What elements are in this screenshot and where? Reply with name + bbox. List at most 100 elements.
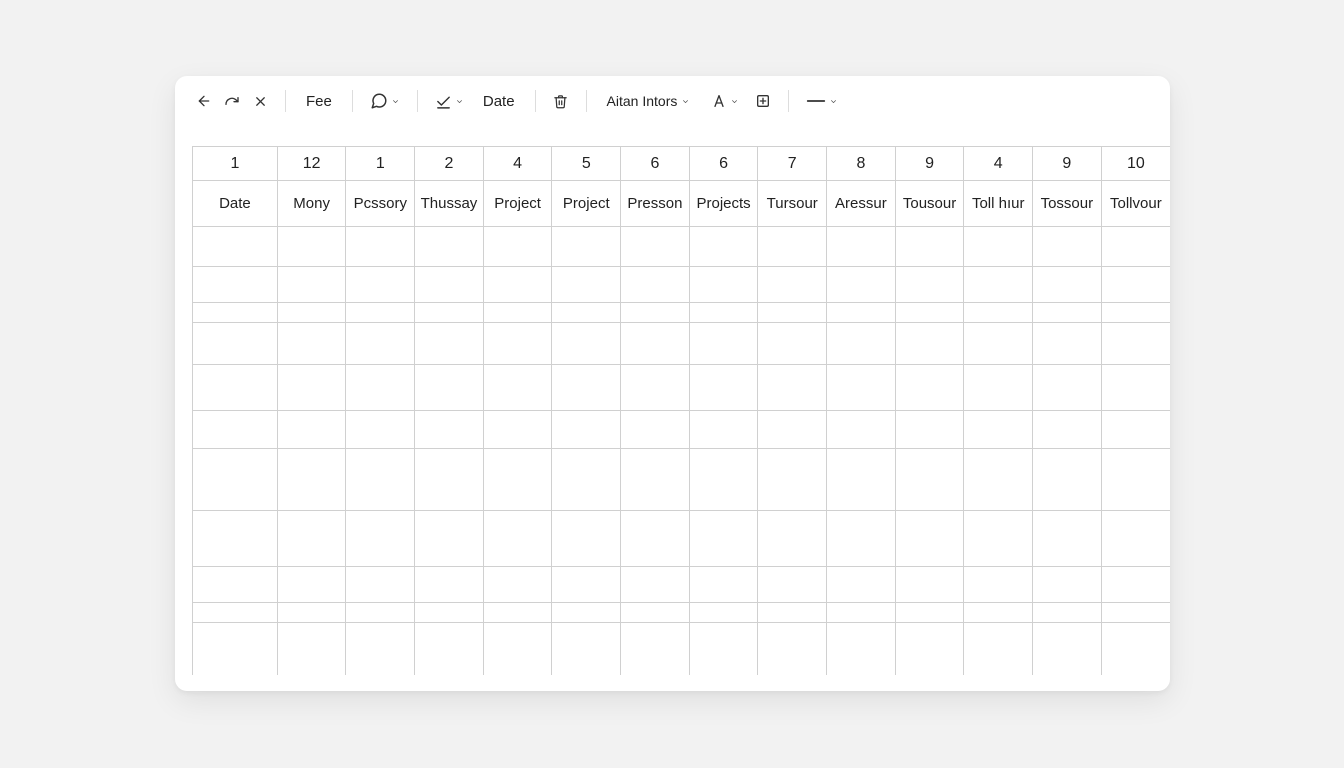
cell[interactable]: [1101, 227, 1170, 267]
cell[interactable]: [346, 227, 415, 267]
check-button[interactable]: [432, 87, 467, 115]
cell[interactable]: [1033, 303, 1102, 323]
cell[interactable]: [483, 511, 552, 567]
col-num[interactable]: 7: [758, 147, 827, 181]
cell[interactable]: [1033, 227, 1102, 267]
cell[interactable]: [758, 365, 827, 411]
cell[interactable]: [277, 411, 346, 449]
cell[interactable]: [552, 303, 621, 323]
cell[interactable]: [827, 623, 896, 675]
cell[interactable]: [689, 623, 758, 675]
cell[interactable]: [346, 365, 415, 411]
col-num[interactable]: 8: [827, 147, 896, 181]
cell[interactable]: [895, 511, 964, 567]
cell[interactable]: [277, 303, 346, 323]
cell[interactable]: [1101, 603, 1170, 623]
cell[interactable]: [964, 511, 1033, 567]
cell[interactable]: [483, 227, 552, 267]
cell[interactable]: [621, 567, 690, 603]
cell[interactable]: [346, 303, 415, 323]
cell[interactable]: [346, 603, 415, 623]
cell[interactable]: [193, 323, 278, 365]
line-style-button[interactable]: [803, 87, 841, 115]
cell[interactable]: [346, 623, 415, 675]
cell[interactable]: [1033, 267, 1102, 303]
col-header[interactable]: Date: [193, 181, 278, 227]
cell[interactable]: [415, 227, 484, 267]
font-dropdown[interactable]: Aitan Intors: [601, 87, 697, 115]
cell[interactable]: [1033, 603, 1102, 623]
cell[interactable]: [689, 365, 758, 411]
col-num[interactable]: 4: [964, 147, 1033, 181]
col-header[interactable]: Project: [483, 181, 552, 227]
col-header[interactable]: Pcssory: [346, 181, 415, 227]
col-header[interactable]: Tossour: [1033, 181, 1102, 227]
cell[interactable]: [964, 603, 1033, 623]
col-header[interactable]: Thussay: [415, 181, 484, 227]
cell[interactable]: [827, 323, 896, 365]
cell[interactable]: [827, 511, 896, 567]
col-num[interactable]: 9: [895, 147, 964, 181]
cell[interactable]: [827, 303, 896, 323]
cell[interactable]: [895, 411, 964, 449]
cell[interactable]: [415, 603, 484, 623]
close-button[interactable]: [249, 87, 271, 115]
col-header[interactable]: Tollvour: [1101, 181, 1170, 227]
insert-button[interactable]: [752, 87, 774, 115]
cell[interactable]: [758, 511, 827, 567]
cell[interactable]: [1033, 411, 1102, 449]
cell[interactable]: [193, 365, 278, 411]
cell[interactable]: [415, 365, 484, 411]
spreadsheet-grid[interactable]: 1 12 1 2 4 5 6 6 7 8 9 4 9 10 Date Mony …: [192, 146, 1170, 691]
cell[interactable]: [1101, 303, 1170, 323]
back-button[interactable]: [193, 87, 215, 115]
col-num[interactable]: 10: [1101, 147, 1170, 181]
cell[interactable]: [689, 267, 758, 303]
cell[interactable]: [193, 267, 278, 303]
cell[interactable]: [621, 411, 690, 449]
col-num[interactable]: 6: [689, 147, 758, 181]
cell[interactable]: [827, 227, 896, 267]
cell[interactable]: [552, 567, 621, 603]
cell[interactable]: [689, 303, 758, 323]
cell[interactable]: [895, 227, 964, 267]
col-header[interactable]: Presson: [621, 181, 690, 227]
col-num[interactable]: 1: [193, 147, 278, 181]
col-header[interactable]: Aressur: [827, 181, 896, 227]
cell[interactable]: [964, 267, 1033, 303]
cell[interactable]: [895, 365, 964, 411]
cell[interactable]: [964, 567, 1033, 603]
cell[interactable]: [758, 567, 827, 603]
cell[interactable]: [964, 623, 1033, 675]
cell[interactable]: [827, 603, 896, 623]
cell[interactable]: [277, 511, 346, 567]
cell[interactable]: [895, 567, 964, 603]
cell[interactable]: [621, 623, 690, 675]
cell[interactable]: [415, 567, 484, 603]
cell[interactable]: [621, 449, 690, 511]
cell[interactable]: [758, 323, 827, 365]
cell[interactable]: [552, 323, 621, 365]
col-num[interactable]: 1: [346, 147, 415, 181]
cell[interactable]: [552, 365, 621, 411]
cell[interactable]: [552, 411, 621, 449]
cell[interactable]: [621, 267, 690, 303]
cell[interactable]: [193, 623, 278, 675]
cell[interactable]: [964, 303, 1033, 323]
cell[interactable]: [277, 227, 346, 267]
cell[interactable]: [689, 511, 758, 567]
fee-label[interactable]: Fee: [300, 87, 338, 115]
cell[interactable]: [277, 603, 346, 623]
cell[interactable]: [193, 411, 278, 449]
cell[interactable]: [415, 511, 484, 567]
cell[interactable]: [1101, 511, 1170, 567]
cell[interactable]: [483, 623, 552, 675]
cell[interactable]: [483, 267, 552, 303]
cell[interactable]: [1033, 323, 1102, 365]
cell[interactable]: [621, 323, 690, 365]
cell[interactable]: [895, 449, 964, 511]
cell[interactable]: [758, 411, 827, 449]
cell[interactable]: [1101, 449, 1170, 511]
cell[interactable]: [346, 267, 415, 303]
col-header[interactable]: Mony: [277, 181, 346, 227]
